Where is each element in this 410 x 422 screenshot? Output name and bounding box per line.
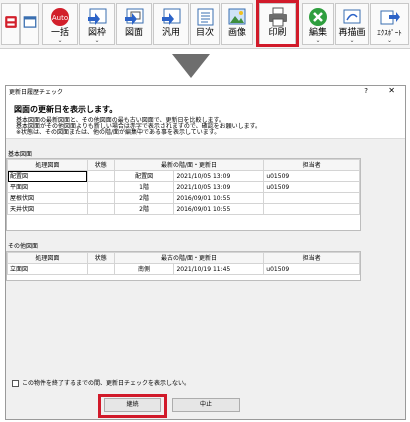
column-header-person[interactable]: 担当者 xyxy=(263,159,360,171)
floor-cell: 2階 xyxy=(113,192,175,204)
image-button[interactable]: 画像 xyxy=(221,3,253,45)
print-highlight-frame xyxy=(256,0,299,47)
dialog-titlebar: 更新日履歴チェック ? ✕ xyxy=(6,86,405,100)
person-cell: u01509 xyxy=(263,263,360,275)
drawing-cell[interactable]: 屋根伏図 xyxy=(7,192,88,204)
window-icon xyxy=(23,16,36,28)
print-save-button[interactable] xyxy=(1,3,20,45)
image-icon xyxy=(228,8,246,25)
suppress-checkbox-label: この物件を終了するまでの間、更新日チェックを表示しない。 xyxy=(22,380,191,387)
frame-icon xyxy=(88,8,107,25)
chevron-down-icon: ⌄ xyxy=(57,37,63,44)
date-cell: 2021/10/05 13:09 xyxy=(173,181,265,193)
floor-cell: 1階 xyxy=(113,181,175,193)
table-header-row: 処理図面 状態 最新の階/面・更新日 担当者 xyxy=(7,159,360,171)
drawing-cell[interactable]: 立面図 xyxy=(7,263,88,275)
cancel-button[interactable]: 中止 xyxy=(172,398,240,412)
table-row[interactable]: 平面図 1階 2021/10/05 13:09 u01509 xyxy=(7,181,360,193)
column-header-drawing[interactable]: 処理図面 xyxy=(7,159,88,171)
export-button[interactable]: ｴｸｽﾎﾟｰﾄ ⌄ xyxy=(370,3,409,45)
batch-button[interactable]: Auto 一括 ⌄ xyxy=(42,3,78,45)
info-panel: 図面の更新日を表示します。 基本図面の最新図面と、その他図面の最も古い図面で、更… xyxy=(6,100,405,139)
column-header-status[interactable]: 状態 xyxy=(86,159,115,171)
general-label: 汎用 xyxy=(161,28,180,38)
status-cell xyxy=(86,203,115,215)
info-line-3: ※状態は、その図面または、他の階/面が編集中である事を表示しています。 xyxy=(16,129,221,136)
drawing-cell[interactable]: 平面図 xyxy=(7,181,88,193)
dialog-title: 更新日履歴チェック xyxy=(9,89,64,96)
suppress-checkbox[interactable] xyxy=(12,380,19,387)
column-header-status[interactable]: 状態 xyxy=(86,252,115,264)
basic-drawings-table: 処理図面 状態 最新の階/面・更新日 担当者 配置図 配置図 2021/10/0… xyxy=(7,159,360,215)
drawing-icon xyxy=(125,8,144,25)
edit-button[interactable]: 編集 ⌄ xyxy=(302,3,334,45)
redraw-icon xyxy=(343,9,361,24)
suppress-check-option[interactable]: この物件を終了するまでの間、更新日チェックを表示しない。 xyxy=(12,378,190,387)
status-cell xyxy=(86,181,115,193)
svg-text:Auto: Auto xyxy=(52,14,68,22)
drawing-cell[interactable]: 天井伏図 xyxy=(7,203,88,215)
chevron-down-icon: ⌄ xyxy=(94,37,100,44)
date-cell: 2016/09/01 10:55 xyxy=(173,203,265,215)
down-arrow-icon xyxy=(172,54,210,78)
basic-drawings-grid: 処理図面 状態 最新の階/面・更新日 担当者 配置図 配置図 2021/10/0… xyxy=(6,158,361,231)
person-cell xyxy=(263,203,360,215)
floor-cell: 南側 xyxy=(113,263,175,275)
table-row[interactable]: 立面図 南側 2021/10/19 11:45 u01509 xyxy=(7,263,360,275)
update-history-dialog: 更新日履歴チェック ? ✕ 図面の更新日を表示します。 基本図面の最新図面と、そ… xyxy=(5,85,406,420)
floor-cell: 配置図 xyxy=(113,170,175,182)
table-row[interactable]: 屋根伏図 2階 2016/09/01 10:55 xyxy=(7,192,360,204)
image-label: 画像 xyxy=(227,28,246,38)
floor-cell: 2階 xyxy=(113,203,175,215)
person-cell: u01509 xyxy=(263,181,360,193)
printer-save-icon xyxy=(4,16,17,28)
continue-highlight-frame xyxy=(98,394,167,418)
status-cell xyxy=(86,170,115,182)
drawing-label: 図面 xyxy=(124,28,143,38)
chevron-down-icon: ⌄ xyxy=(386,37,393,44)
date-cell: 2021/10/19 11:45 xyxy=(173,263,265,275)
drawing-cell[interactable]: 配置図 xyxy=(7,170,88,182)
other-drawings-table: 処理図面 状態 最古の階/面・更新日 担当者 立面図 南側 2021/10/19… xyxy=(7,252,360,275)
person-cell: u01509 xyxy=(263,170,360,182)
frame-button[interactable]: 図枠 ⌄ xyxy=(79,3,115,45)
contents-label: 目次 xyxy=(195,28,214,38)
status-cell xyxy=(86,192,115,204)
basic-section-label: 基本図面 xyxy=(8,151,33,158)
table-header-row: 処理図面 状態 最古の階/面・更新日 担当者 xyxy=(7,252,360,264)
column-header-latest-floor-date[interactable]: 最新の階/面・更新日 xyxy=(113,159,265,171)
column-header-oldest-floor-date[interactable]: 最古の階/面・更新日 xyxy=(113,252,265,264)
contents-button[interactable]: 目次 xyxy=(190,3,220,45)
auto-icon: Auto xyxy=(51,8,69,26)
toolbar: Auto 一括 ⌄ 図枠 ⌄ 図面 汎用 目次 画像 印刷 編集 ⌄ 再描画 ⌄… xyxy=(0,0,410,49)
general-button[interactable]: 汎用 xyxy=(153,3,189,45)
close-icon[interactable]: ✕ xyxy=(388,86,395,95)
table-row[interactable]: 天井伏図 2階 2016/09/01 10:55 xyxy=(7,203,360,215)
table-row[interactable]: 配置図 配置図 2021/10/05 13:09 u01509 xyxy=(7,170,360,182)
date-cell: 2016/09/01 10:55 xyxy=(173,192,265,204)
other-drawings-grid: 処理図面 状態 最古の階/面・更新日 担当者 立面図 南側 2021/10/19… xyxy=(6,251,361,281)
contents-icon xyxy=(197,8,214,26)
edit-icon xyxy=(309,8,327,26)
export-icon xyxy=(380,10,400,25)
chevron-down-icon: ⌄ xyxy=(349,37,355,44)
info-heading: 図面の更新日を表示します。 xyxy=(14,105,118,114)
column-header-drawing[interactable]: 処理図面 xyxy=(7,252,88,264)
status-cell xyxy=(86,263,115,275)
redraw-button[interactable]: 再描画 ⌄ xyxy=(335,3,369,45)
general-icon xyxy=(162,8,181,25)
drawing-button[interactable]: 図面 xyxy=(116,3,152,45)
window-button[interactable] xyxy=(20,3,39,45)
column-header-person[interactable]: 担当者 xyxy=(263,252,360,264)
date-cell: 2021/10/05 13:09 xyxy=(173,170,265,182)
other-section-label: その他図面 xyxy=(8,243,39,250)
chevron-down-icon: ⌄ xyxy=(315,37,321,44)
help-icon[interactable]: ? xyxy=(364,87,368,95)
person-cell xyxy=(263,192,360,204)
